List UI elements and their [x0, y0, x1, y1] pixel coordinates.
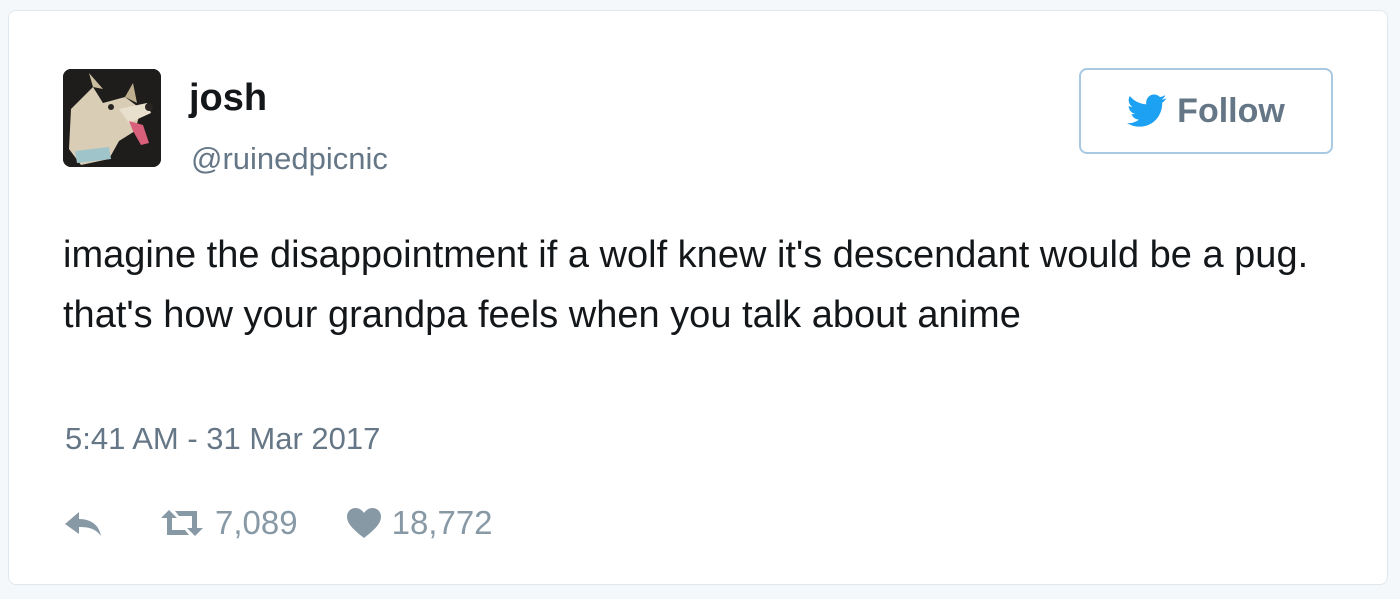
follow-label: Follow	[1177, 91, 1285, 130]
retweet-count: 7,089	[215, 504, 298, 541]
dog-photo-avatar-icon	[63, 69, 161, 167]
tweet-card: josh @ruinedpicnic Follow imagine the di…	[8, 10, 1388, 585]
user-handle[interactable]: @ruinedpicnic	[191, 143, 388, 174]
twitter-bird-icon	[1127, 94, 1167, 127]
follow-button[interactable]: Follow	[1079, 68, 1333, 154]
action-bar: 7,089 18,772	[63, 501, 493, 545]
timestamp[interactable]: 5:41 AM - 31 Mar 2017	[65, 423, 380, 454]
reply-button[interactable]	[63, 508, 103, 538]
retweet-button[interactable]: 7,089	[159, 504, 298, 542]
display-name[interactable]: josh	[189, 79, 267, 117]
avatar[interactable]	[63, 69, 161, 167]
like-count: 18,772	[391, 504, 493, 541]
heart-icon	[346, 508, 381, 538]
like-button[interactable]: 18,772	[346, 504, 493, 542]
tweet-text: imagine the disappointment if a wolf kne…	[63, 234, 1309, 336]
reply-icon	[65, 512, 101, 536]
retweet-icon	[161, 510, 203, 536]
